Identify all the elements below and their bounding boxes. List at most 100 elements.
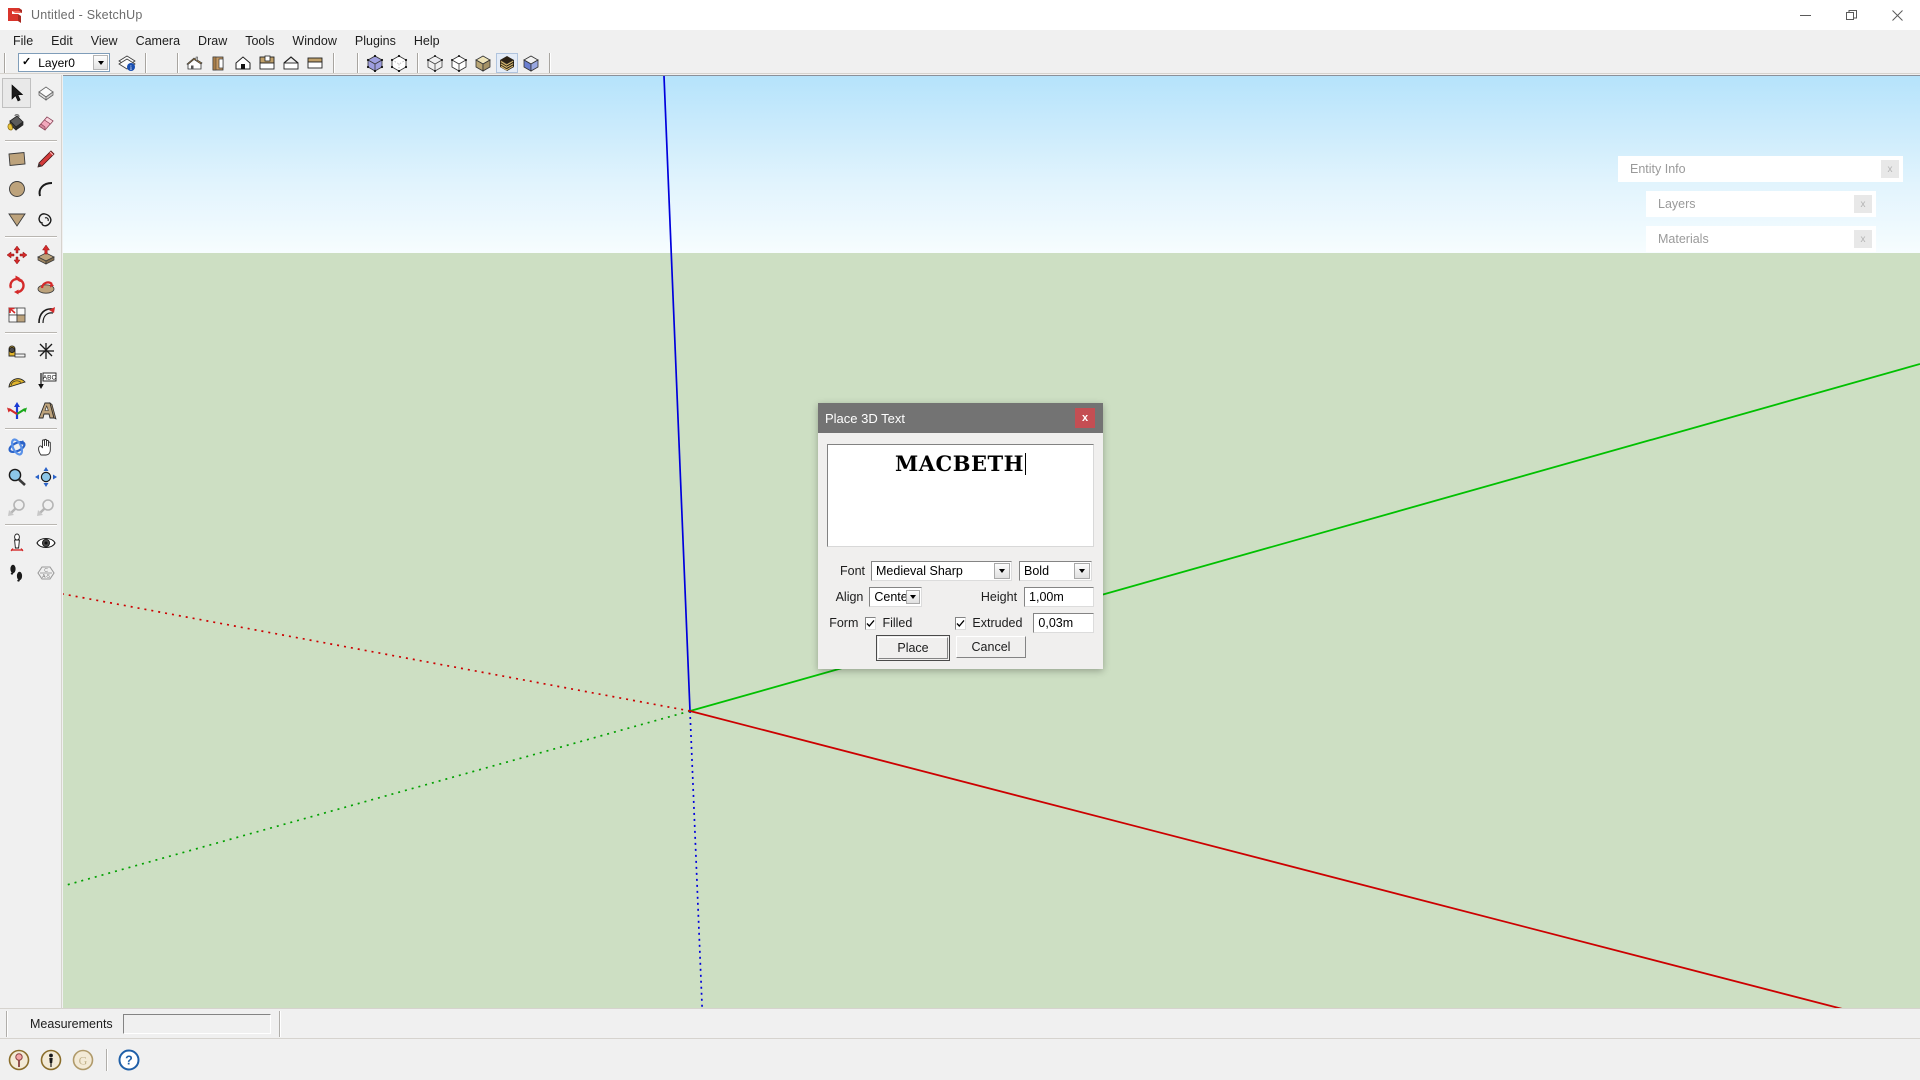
pushpull-tool-icon[interactable] [31,240,60,270]
rotate-tool-icon[interactable] [2,270,31,300]
front-view-icon[interactable] [232,53,254,73]
top-view-icon[interactable] [388,53,410,73]
close-button[interactable] [1874,0,1920,30]
toolbar-row [0,396,62,426]
google-icon[interactable]: G [70,1047,96,1073]
dialog-close-button[interactable]: x [1075,408,1095,428]
zoom-extents-tool-icon[interactable] [31,462,60,492]
orbit-tool-icon[interactable] [2,432,31,462]
iso-view-icon[interactable] [364,53,386,73]
hidden-line-style-icon[interactable] [448,53,470,73]
bottombar-divider [106,1048,108,1071]
tape-measure-tool-icon[interactable] [2,336,31,366]
look-around-tool-icon[interactable] [31,528,60,558]
chevron-down-icon[interactable] [906,590,921,604]
chevron-down-icon[interactable] [93,55,108,70]
svg-text:ABC: ABC [42,374,56,381]
previous-view-icon[interactable] [2,492,31,522]
close-icon[interactable]: x [1881,160,1899,178]
protractor-tool-icon[interactable] [2,366,31,396]
geo-location-icon[interactable] [6,1047,32,1073]
position-camera-tool-icon[interactable] [2,528,31,558]
close-icon[interactable]: x [1854,195,1872,213]
pan-tool-icon[interactable] [31,432,60,462]
toolbar-row [0,462,62,492]
minimize-button[interactable] [1782,0,1828,30]
select-tool-icon[interactable] [2,78,31,108]
help-icon[interactable]: ? [116,1047,142,1073]
font-style-select[interactable]: Bold [1019,561,1092,581]
section-plane-tool-icon[interactable]: C A-5 [31,558,60,588]
menu-view[interactable]: View [82,31,127,52]
walk-tool-icon[interactable] [2,558,31,588]
rectangle-tool-icon[interactable] [2,144,31,174]
elevation-view-icon[interactable] [304,53,326,73]
scale-tool-icon[interactable] [2,300,31,330]
human-scale-icon[interactable] [38,1047,64,1073]
red-axis-dotted [63,593,691,712]
chevron-down-icon[interactable] [994,563,1010,579]
line-tool-icon[interactable] [31,144,60,174]
component-icon[interactable] [208,53,230,73]
shaded-with-textures-style-icon[interactable] [496,52,518,73]
3d-text-tool-icon[interactable] [31,396,60,426]
section-view-icon[interactable] [280,53,302,73]
arc-tool-icon[interactable] [31,174,60,204]
toolbar-row [0,108,62,138]
paint-bucket-tool-icon[interactable] [2,108,31,138]
text-entry-textarea[interactable]: MACBETH [827,444,1094,547]
toolbar-separator [145,52,147,73]
maximize-button[interactable] [1828,0,1874,30]
toolbar-row [0,204,62,234]
layer-combo[interactable]: ✓ Layer0 [18,53,110,72]
offset-tool-icon[interactable] [31,300,60,330]
make-component-tool-icon[interactable] [31,78,60,108]
close-icon[interactable]: x [1854,230,1872,248]
place-button[interactable]: Place [878,637,948,659]
filled-checkbox[interactable] [865,616,877,630]
entity-info-panel[interactable]: Entity Info x [1618,156,1903,182]
axes-tool-icon[interactable] [2,396,31,426]
text-tool-icon[interactable]: ABC [31,366,60,396]
extruded-checkbox[interactable] [955,616,967,630]
followme-tool-icon[interactable] [31,270,60,300]
polygon-tool-icon[interactable] [2,204,31,234]
chevron-down-icon[interactable] [1074,563,1090,579]
toolbar-divider [5,428,57,430]
place-3d-text-dialog[interactable]: Place 3D Text x MACBETH Font Medieval Sh… [818,403,1103,669]
monochrome-style-icon[interactable] [520,53,542,73]
dimension-tool-icon[interactable] [31,336,60,366]
move-tool-icon[interactable] [2,240,31,270]
menu-draw[interactable]: Draw [189,31,236,52]
align-select[interactable]: Center [869,587,923,607]
zoom-tool-icon[interactable] [2,462,31,492]
menu-file[interactable]: File [4,31,42,52]
form-row: Form Filled Extruded 0,03m [827,613,1094,633]
layers-info-icon[interactable]: i [116,53,138,73]
menu-camera[interactable]: Camera [127,31,189,52]
eraser-tool-icon[interactable] [31,108,60,138]
extrude-depth-input[interactable]: 0,03m [1033,613,1094,633]
materials-panel[interactable]: Materials x [1646,226,1876,252]
svg-text:A-5: A-5 [42,574,50,580]
menu-window[interactable]: Window [283,31,345,52]
cancel-button[interactable]: Cancel [956,636,1026,658]
house-model-icon[interactable] [184,53,206,73]
measurements-input[interactable] [122,1013,271,1034]
freehand-tool-icon[interactable] [31,204,60,234]
next-view-icon[interactable] [31,492,60,522]
wireframe-style-icon[interactable] [424,53,446,73]
dialog-titlebar[interactable]: Place 3D Text x [818,403,1103,433]
toolbar-row [0,174,62,204]
layers-panel[interactable]: Layers x [1646,191,1876,217]
menu-edit[interactable]: Edit [42,31,82,52]
plan-view-icon[interactable] [256,53,278,73]
menu-help[interactable]: Help [405,31,449,52]
svg-text:?: ? [125,1053,133,1067]
shaded-style-icon[interactable] [472,53,494,73]
menu-plugins[interactable]: Plugins [346,31,405,52]
font-select[interactable]: Medieval Sharp [871,561,1012,581]
circle-tool-icon[interactable] [2,174,31,204]
height-input[interactable]: 1,00m [1024,587,1095,607]
menu-tools[interactable]: Tools [236,31,283,52]
